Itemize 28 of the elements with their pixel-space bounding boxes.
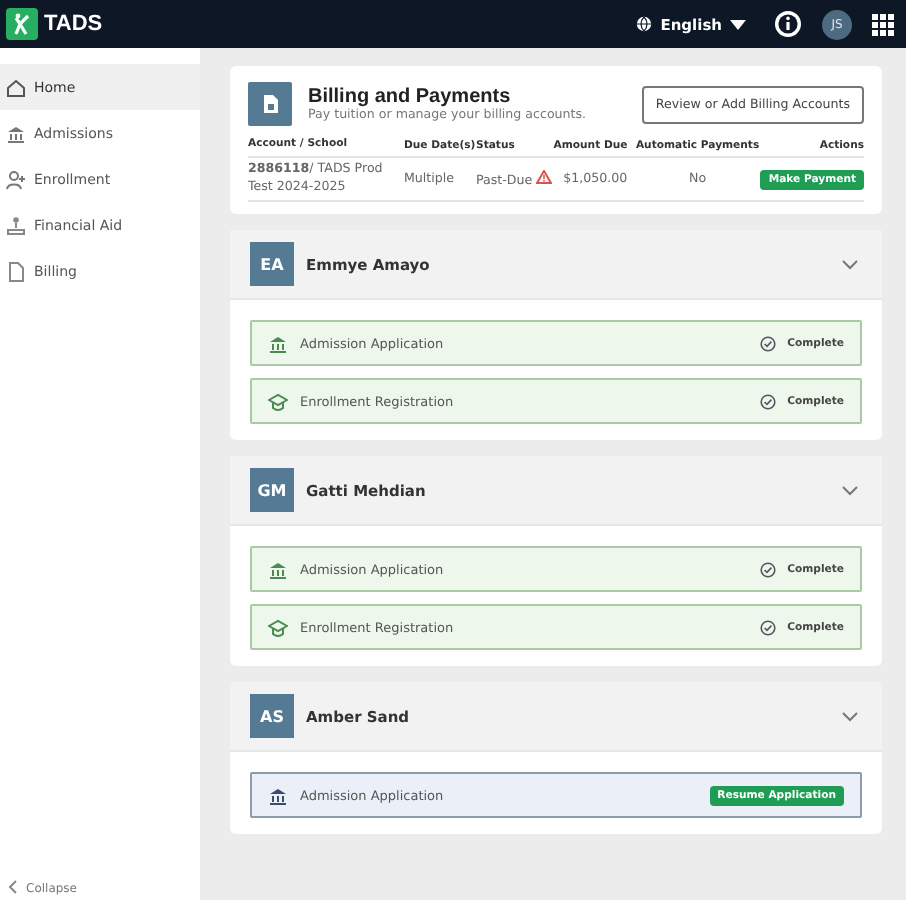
person-icon [6, 169, 26, 189]
graduation-cap-icon [268, 617, 288, 638]
home-icon [6, 77, 26, 97]
bank-icon [268, 559, 288, 580]
bank-icon [268, 333, 288, 354]
chevron-left-icon[interactable] [8, 880, 18, 898]
caret-down-icon [730, 19, 746, 29]
check-circle-icon [759, 393, 776, 410]
info-icon[interactable] [774, 10, 802, 38]
chevron-icon[interactable] [842, 485, 862, 496]
initials-avatar: GM [250, 468, 294, 513]
graduation-cap-icon [268, 391, 288, 412]
chevron-icon[interactable] [842, 259, 862, 270]
chevron-icon[interactable] [842, 711, 862, 722]
globe-icon [636, 16, 653, 32]
document-icon [6, 261, 26, 281]
document-icon [248, 82, 292, 126]
check-circle-icon [759, 335, 776, 352]
initials-avatar: EA [250, 242, 294, 287]
check-circle-icon [759, 619, 776, 636]
bank-icon [268, 785, 288, 806]
logo-icon [6, 8, 38, 40]
check-circle-icon [759, 561, 776, 578]
initials-avatar: AS [250, 694, 294, 739]
bank-icon [6, 123, 26, 143]
logo-text: TADS [44, 12, 103, 36]
section-title: Billing and Payments [308, 86, 513, 108]
apps-grid-icon[interactable] [872, 13, 894, 35]
